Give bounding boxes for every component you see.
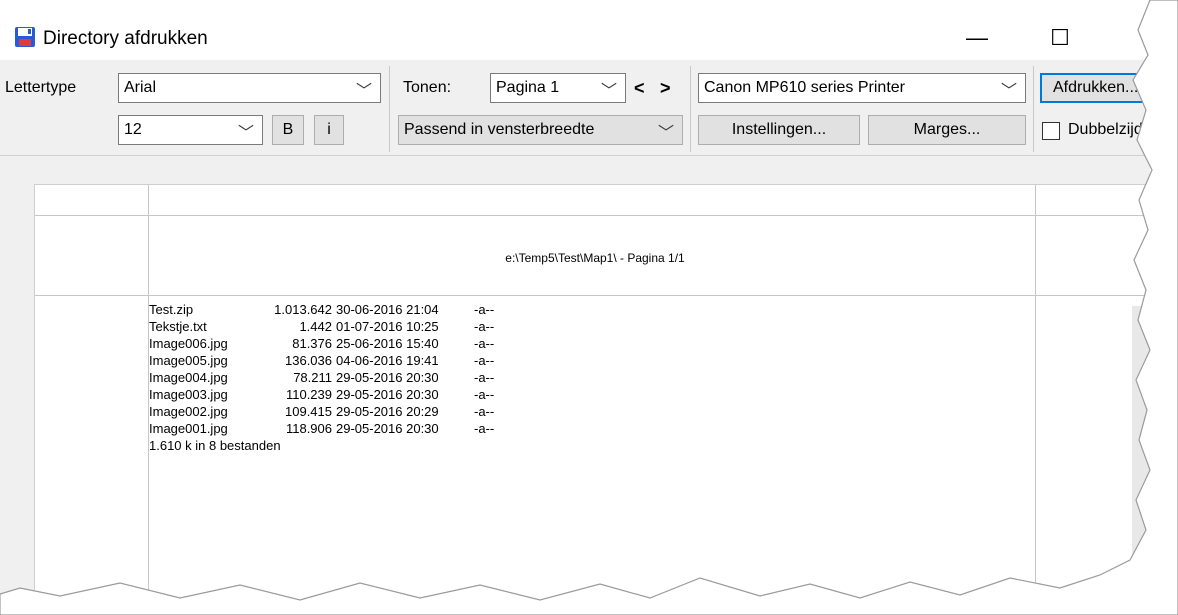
print-preview-area[interactable]: e:\Temp5\Test\Map1\ - Pagina 1/1 Test.zi… bbox=[0, 155, 1150, 600]
page-value: Pagina 1 bbox=[496, 79, 560, 96]
zoom-fit-dropdown[interactable]: Passend in vensterbreedte ﹀ bbox=[398, 115, 683, 145]
font-family-dropdown[interactable]: Arial ﹀ bbox=[118, 73, 381, 103]
preview-page: e:\Temp5\Test\Map1\ - Pagina 1/1 Test.zi… bbox=[34, 184, 1150, 600]
font-label: Lettertype bbox=[5, 79, 77, 96]
show-label: Tonen: bbox=[403, 79, 452, 96]
file-row: Tekstje.txt 1.442 01-07-2016 10:25 -a-- bbox=[149, 319, 495, 334]
duplex-checkbox[interactable] bbox=[1042, 122, 1060, 140]
duplex-label: Dubbelzijdig bbox=[1068, 121, 1150, 138]
page-header-text: e:\Temp5\Test\Map1\ - Pagina 1/1 bbox=[505, 251, 685, 265]
font-size-dropdown[interactable]: 12 ﹀ bbox=[118, 115, 263, 145]
file-row: Test.zip 1.013.642 30-06-2016 21:04 -a-- bbox=[149, 302, 495, 317]
font-family-value: Arial bbox=[124, 79, 157, 96]
summary-line: 1.610 k in 8 bestanden bbox=[149, 438, 281, 453]
page-dropdown[interactable]: Pagina 1 ﹀ bbox=[490, 73, 626, 103]
chevron-down-icon: ﹀ bbox=[1000, 83, 1017, 100]
minimize-button[interactable]: — bbox=[947, 16, 1007, 60]
file-row: Image006.jpg 81.376 25-06-2016 15:40 -a-- bbox=[149, 336, 495, 351]
vertical-scrollbar[interactable] bbox=[1132, 306, 1150, 600]
window-title: Directory afdrukken bbox=[43, 28, 208, 49]
chevron-down-icon: ﹀ bbox=[600, 83, 617, 100]
file-row: Image002.jpg 109.415 29-05-2016 20:29 -a-- bbox=[149, 404, 495, 419]
toolbar-divider bbox=[690, 66, 691, 152]
toolbar-divider bbox=[1033, 66, 1034, 152]
floppy-disk-icon bbox=[15, 27, 35, 47]
italic-button[interactable]: i bbox=[314, 115, 344, 145]
file-row: Image003.jpg 110.239 29-05-2016 20:30 -a-- bbox=[149, 387, 495, 402]
printer-dropdown[interactable]: Canon MP610 series Printer ﹀ bbox=[698, 73, 1026, 103]
title-bar: Directory afdrukken — ☐ bbox=[0, 0, 1150, 60]
chevron-down-icon: ﹀ bbox=[237, 125, 254, 142]
chevron-down-icon: ﹀ bbox=[657, 125, 674, 142]
chevron-down-icon: ﹀ bbox=[355, 83, 372, 100]
file-row: Image004.jpg 78.211 29-05-2016 20:30 -a-- bbox=[149, 370, 495, 385]
previous-page-icon[interactable]: < bbox=[634, 78, 645, 99]
print-directory-window: Directory afdrukken — ☐ Lettertype Arial… bbox=[0, 0, 1150, 600]
file-row: Image001.jpg 118.906 29-05-2016 20:30 -a-- bbox=[149, 421, 495, 436]
toolbar-divider bbox=[389, 66, 390, 152]
printer-settings-button[interactable]: Instellingen... bbox=[698, 115, 860, 145]
print-button[interactable]: Afdrukken... bbox=[1040, 73, 1150, 103]
file-row: Image005.jpg 136.036 04-06-2016 19:41 -a-- bbox=[149, 353, 495, 368]
file-listing: Test.zip 1.013.642 30-06-2016 21:04 -a-- Te… bbox=[149, 301, 494, 454]
zoom-fit-value: Passend in vensterbreedte bbox=[404, 121, 595, 138]
printer-value: Canon MP610 series Printer bbox=[704, 79, 905, 96]
maximize-button[interactable]: ☐ bbox=[1030, 16, 1090, 60]
bold-button[interactable]: B bbox=[272, 115, 304, 145]
header-guide bbox=[35, 295, 1150, 296]
margins-button[interactable]: Marges... bbox=[868, 115, 1026, 145]
margin-guide-right bbox=[1035, 185, 1036, 600]
next-page-icon[interactable]: > bbox=[660, 78, 671, 99]
margin-guide-top bbox=[35, 215, 1150, 216]
font-size-value: 12 bbox=[124, 121, 142, 138]
